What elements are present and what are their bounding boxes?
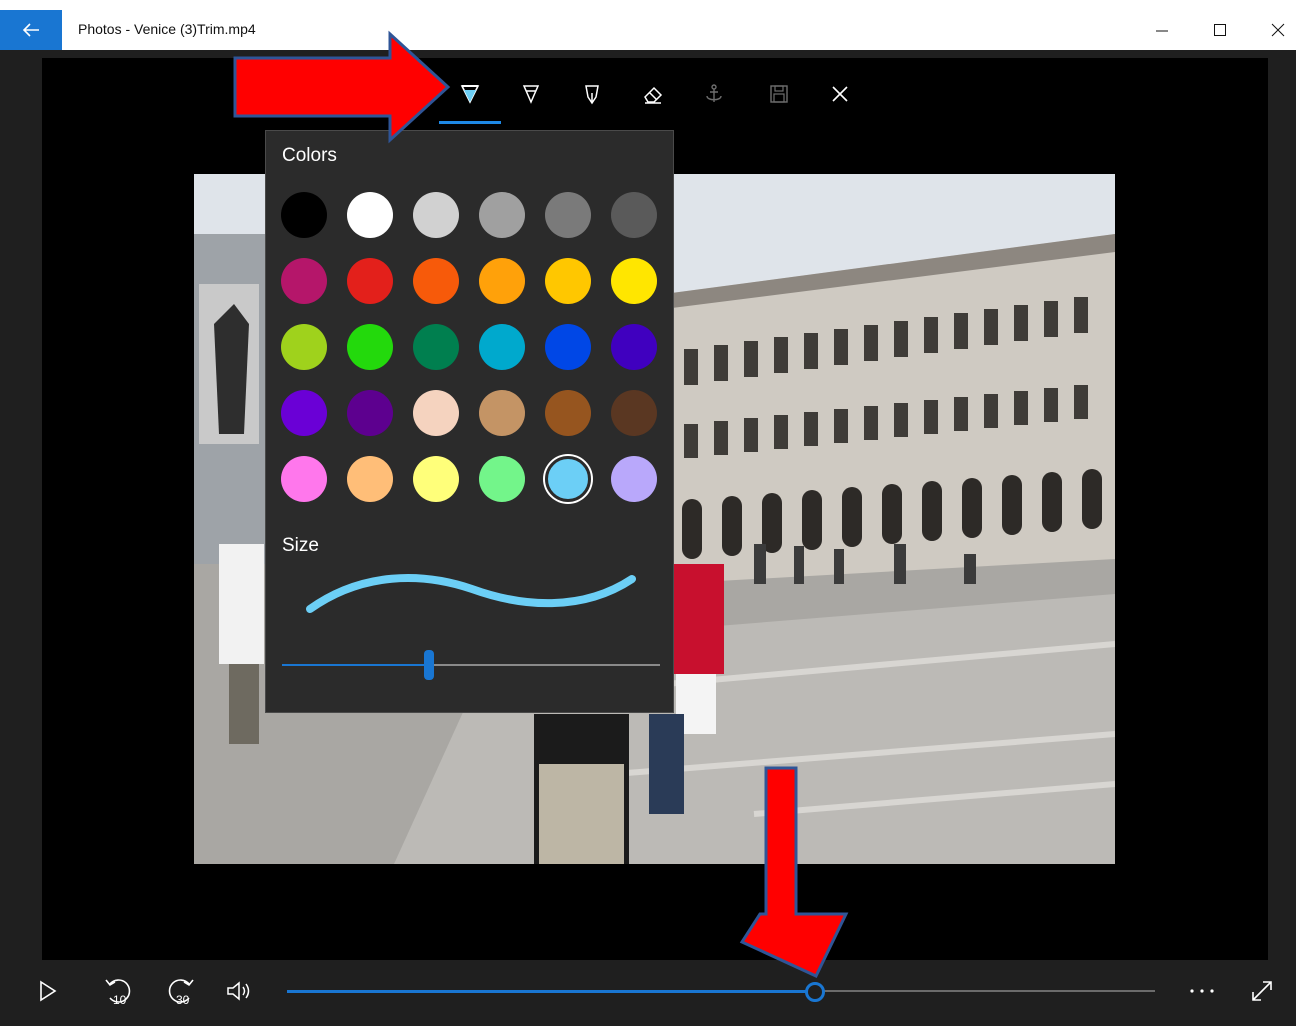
rewind-seconds: 10	[113, 993, 127, 1007]
color-swatch[interactable]	[413, 324, 459, 370]
color-swatch[interactable]	[347, 456, 393, 502]
save-tool[interactable]	[759, 74, 799, 114]
stroke-size-preview	[306, 574, 636, 613]
color-swatch[interactable]	[413, 456, 459, 502]
rewind-icon: 10	[105, 979, 131, 1007]
color-swatch[interactable]	[611, 324, 657, 370]
skip-forward-icon: 30	[168, 979, 194, 1007]
color-swatch[interactable]	[611, 390, 657, 436]
rewind-button[interactable]: 10	[96, 968, 142, 1014]
color-swatch[interactable]	[281, 456, 327, 502]
color-swatch[interactable]	[545, 324, 591, 370]
size-slider-thumb[interactable]	[424, 650, 435, 680]
eraser-icon	[644, 86, 663, 104]
color-swatch[interactable]	[281, 324, 327, 370]
maximize-icon	[1214, 24, 1226, 36]
color-swatch[interactable]	[479, 192, 525, 238]
color-swatch[interactable]	[413, 390, 459, 436]
color-swatch[interactable]	[281, 192, 327, 238]
color-swatch[interactable]	[611, 456, 657, 502]
color-swatch[interactable]	[545, 192, 591, 238]
color-swatch[interactable]	[347, 192, 393, 238]
color-swatch[interactable]	[479, 324, 525, 370]
maximize-button[interactable]	[1191, 10, 1249, 50]
color-swatch[interactable]	[545, 456, 591, 502]
back-button[interactable]	[0, 10, 62, 50]
play-icon	[40, 980, 57, 1002]
timeline-progress	[287, 990, 815, 993]
calligraphy-pen-icon	[585, 85, 599, 105]
minimize-icon	[1156, 30, 1168, 32]
title-bar: Photos - Venice (3)Trim.mp4	[0, 0, 1296, 50]
back-arrow-icon	[22, 23, 39, 37]
more-icon	[1190, 989, 1214, 993]
color-swatch[interactable]	[281, 258, 327, 304]
full-screen-button[interactable]	[1239, 968, 1285, 1014]
speaker-icon	[227, 981, 250, 1001]
play-button[interactable]	[25, 968, 71, 1014]
save-icon	[770, 85, 788, 103]
color-swatch[interactable]	[611, 258, 657, 304]
color-swatch[interactable]	[545, 258, 591, 304]
close-window-button[interactable]	[1249, 10, 1296, 50]
color-swatch[interactable]	[479, 390, 525, 436]
size-slider-fill	[282, 664, 430, 666]
color-swatch[interactable]	[479, 456, 525, 502]
eraser-tool[interactable]	[633, 74, 673, 114]
annotation-arrow-down	[739, 766, 849, 978]
expand-icon	[1252, 981, 1272, 1001]
color-swatch[interactable]	[413, 192, 459, 238]
volume-button[interactable]	[217, 968, 263, 1014]
close-icon	[832, 86, 848, 102]
pen-color-flyout: Colors Size	[265, 130, 674, 713]
color-swatch[interactable]	[479, 258, 525, 304]
pencil-icon	[522, 85, 540, 104]
forward-seconds: 30	[176, 993, 190, 1007]
pencil-tool[interactable]	[511, 74, 551, 114]
ballpoint-pen-tool[interactable]	[450, 74, 490, 114]
anchor-tool[interactable]	[694, 74, 734, 114]
anchor-icon	[706, 84, 722, 102]
color-swatch[interactable]	[545, 390, 591, 436]
more-options-button[interactable]	[1179, 968, 1225, 1014]
color-swatch[interactable]	[347, 258, 393, 304]
skip-forward-button[interactable]: 30	[157, 968, 203, 1014]
minimize-button[interactable]	[1133, 10, 1191, 50]
ballpoint-pen-icon	[460, 85, 480, 104]
playback-timeline[interactable]	[287, 982, 1155, 1002]
close-icon	[1271, 23, 1285, 37]
close-ink-button[interactable]	[820, 74, 860, 114]
size-slider[interactable]	[282, 650, 660, 680]
colors-heading: Colors	[282, 145, 337, 166]
color-swatch[interactable]	[611, 192, 657, 238]
timeline-scrubber[interactable]	[804, 982, 825, 1002]
color-swatch[interactable]	[281, 390, 327, 436]
size-heading: Size	[282, 535, 319, 556]
window-title: Photos - Venice (3)Trim.mp4	[78, 21, 256, 37]
annotation-arrow-right	[233, 30, 451, 144]
color-swatch[interactable]	[413, 258, 459, 304]
calligraphy-pen-tool[interactable]	[572, 74, 612, 114]
color-swatch[interactable]	[347, 324, 393, 370]
color-swatch[interactable]	[347, 390, 393, 436]
